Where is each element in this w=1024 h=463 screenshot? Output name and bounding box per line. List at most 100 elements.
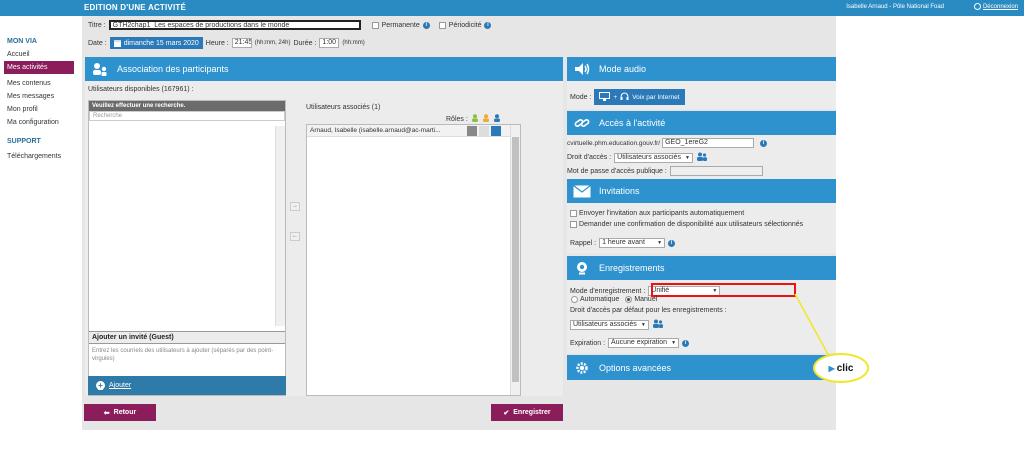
click-annotation-label: clic [836, 362, 854, 374]
back-label: Retour [113, 409, 137, 416]
role-presenter-icon[interactable] [482, 114, 490, 124]
info-icon[interactable]: i [760, 139, 768, 147]
role-participant-icon[interactable] [471, 114, 479, 124]
users-icon[interactable] [696, 152, 707, 163]
sidebar-item-mes-messages[interactable]: Mes messages [0, 90, 82, 103]
logout-label: Déconnexion [982, 3, 1018, 10]
permanent-checkbox[interactable] [371, 21, 379, 29]
power-icon [973, 3, 981, 10]
password-input[interactable] [669, 166, 763, 176]
add-guest-button[interactable]: + Ajouter [88, 376, 286, 395]
automatic-radio[interactable] [571, 296, 578, 303]
recordings-title: Enregistrements [599, 263, 665, 273]
guest-title: Ajouter un invité (Guest) [89, 331, 285, 344]
search-input[interactable]: Recherche [89, 111, 285, 121]
permanent-label: Permanente [381, 21, 420, 29]
save-label: Enregistrer [513, 409, 551, 416]
available-users-text: Utilisateurs disponibles (167961) : [88, 86, 194, 93]
role-toggle-host[interactable] [491, 125, 501, 136]
sidebar-item-mes-contenus[interactable]: Mes contenus [0, 77, 82, 90]
access-header: Accès à l'activité [567, 111, 836, 135]
scrollbar[interactable] [510, 125, 520, 395]
periodicity-checkbox[interactable] [438, 21, 446, 29]
logout-link[interactable]: Déconnexion [973, 3, 1018, 10]
click-annotation: ▶ clic [813, 353, 869, 383]
link-icon [573, 115, 591, 131]
duration-input[interactable]: 1:00 [319, 38, 340, 48]
audio-title: Mode audio [599, 64, 647, 74]
date-value: dimanche 15 mars 2020 [123, 39, 199, 47]
monitor-icon [599, 91, 611, 103]
time-hint: (hh:mm, 24h) [254, 40, 291, 46]
audio-mode-label: Mode : [570, 93, 592, 101]
participants-header: Association des participants [85, 57, 563, 81]
user-name: Isabelle Arnaud - Pôle National Foad [846, 4, 944, 10]
move-left-button[interactable]: ← [290, 232, 300, 241]
time-input[interactable]: 21:45 [231, 38, 252, 48]
member-name: Arnaud, Isabelle (isabelle.arnaud@ac-mar… [310, 127, 441, 134]
title-label: Titre : [88, 21, 106, 29]
reminder-value: 1 heure avant [602, 239, 645, 246]
role-toggle-participant[interactable] [467, 125, 477, 136]
reminder-select[interactable]: 1 heure avant ▼ [599, 238, 666, 248]
envelope-icon [573, 183, 591, 199]
time-label: Heure : [205, 39, 229, 47]
recording-rights-select[interactable]: Utilisateurs associés ▼ [570, 319, 649, 330]
add-guest-label: Ajouter [109, 382, 132, 389]
sidebar-item-accueil[interactable]: Accueil [0, 48, 82, 61]
sidebar-item-ma-configuration[interactable]: Ma configuration [0, 116, 82, 129]
role-toggle-presenter[interactable] [479, 125, 489, 136]
info-icon[interactable]: i [668, 239, 676, 247]
sidebar-item-telechargements[interactable]: Téléchargements [0, 150, 82, 163]
audio-mode-button[interactable]: + Voix par Internet [594, 89, 685, 105]
access-rights-value: Utilisateurs associés [617, 153, 681, 161]
speaker-icon [573, 61, 591, 77]
reminder-label: Rappel : [570, 239, 597, 247]
manual-label: Manuel [634, 296, 658, 303]
plus-icon: + [96, 381, 105, 390]
save-button[interactable]: ✔ Enregistrer [491, 404, 563, 421]
page-title: EDITION D'UNE ACTIVITÉ [84, 3, 187, 12]
headset-icon [620, 91, 629, 103]
users-icon[interactable] [652, 319, 663, 330]
access-rights-label: Droit d'accès : [567, 154, 612, 161]
info-icon[interactable]: i [422, 21, 430, 29]
invitations-title: Invitations [599, 186, 640, 196]
url-prefix: cvirtuelle.phm.education.gouv.fr/ [567, 139, 661, 147]
guest-emails-input[interactable]: Entrez les courriels des utilisateurs à … [89, 344, 285, 378]
associated-users-list: Arnaud, Isabelle (isabelle.arnaud@ac-mar… [306, 124, 521, 396]
access-rights-select[interactable]: Utilisateurs associés ▼ [614, 152, 693, 163]
available-list-scrollbar[interactable] [275, 126, 285, 326]
gear-icon [573, 360, 591, 376]
recordings-header: Enregistrements [567, 256, 836, 280]
expiration-select[interactable]: Aucune expiration ▼ [608, 338, 680, 348]
roles-label: Rôles : [446, 115, 468, 123]
annotation-line [794, 293, 831, 359]
date-picker-button[interactable]: dimanche 15 mars 2020 [109, 37, 203, 49]
automatic-label: Automatique [580, 296, 620, 303]
calendar-icon [113, 39, 121, 47]
info-icon[interactable]: i [484, 21, 492, 29]
manual-radio[interactable] [625, 296, 633, 303]
sidebar-item-mes-activites[interactable]: Mes activités [4, 61, 74, 74]
duration-hint: (hh:mm) [342, 40, 365, 46]
confirm-availability-label: Demander une confirmation de disponibili… [579, 221, 804, 228]
back-button[interactable]: ⬅ Retour [84, 404, 156, 421]
url-input[interactable]: GEO_1ereG2 [662, 138, 755, 148]
list-prompt: Veuillez effectuer une recherche. [89, 101, 285, 111]
title-input[interactable]: GTH2chap1_Les espaces de productions dan… [108, 20, 361, 30]
confirm-availability-checkbox[interactable] [570, 221, 577, 228]
available-users-label: Utilisateurs disponibles (167961) : [88, 86, 193, 93]
access-title: Accès à l'activité [599, 118, 666, 128]
expiration-value: Aucune expiration [611, 339, 668, 346]
sidebar-item-mon-profil[interactable]: Mon profil [0, 103, 82, 116]
send-invitation-checkbox[interactable] [570, 210, 577, 217]
expiration-label: Expiration : [570, 339, 606, 347]
info-icon[interactable]: i [682, 339, 690, 347]
audio-header: Mode audio [567, 57, 836, 81]
list-item[interactable]: Arnaud, Isabelle (isabelle.arnaud@ac-mar… [307, 125, 520, 137]
advanced-options-title: Options avancées [599, 362, 672, 373]
move-right-button[interactable]: → [290, 202, 300, 211]
scrollbar-thumb[interactable] [512, 137, 519, 382]
role-host-icon[interactable] [493, 114, 501, 124]
